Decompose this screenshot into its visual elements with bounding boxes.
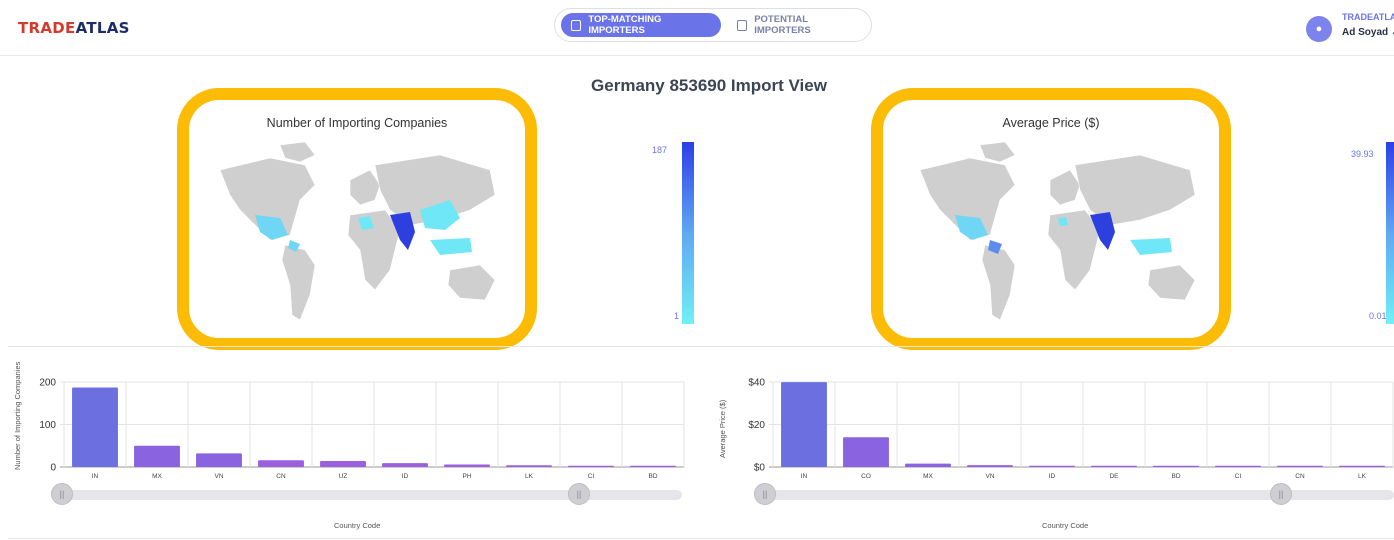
scale-max-label: 187 (652, 145, 668, 155)
range-slider-start-handle[interactable]: || (754, 483, 776, 505)
x-tick-label: VN (214, 473, 223, 480)
x-tick-label: PH (462, 473, 471, 480)
bar-chart-average-price: $0 $20 $40 IN CO MX VN ID DE BD CI CN LK (748, 378, 1394, 480)
chart-icon (571, 19, 582, 31)
bar-chart-importing-companies: 0 100 200 IN MX VN CN UZ ID PH LK CI BD (39, 378, 685, 480)
bar-mx (905, 463, 951, 467)
scale-min-label: 0.01 (1369, 311, 1387, 321)
scale-max-label: 39.93 (1351, 149, 1374, 159)
bar-ci (568, 465, 614, 467)
range-slider-track[interactable] (765, 490, 1394, 500)
y-tick-label: $40 (748, 378, 765, 389)
logo-part2: ATLAS (75, 19, 130, 37)
bar-bd (1153, 465, 1199, 467)
x-tick-label: CI (1235, 473, 1242, 480)
x-tick-label: UZ (339, 473, 348, 480)
x-tick-label: BD (1171, 473, 1180, 480)
pulse-icon (737, 19, 748, 31)
bar-cn (1277, 465, 1323, 467)
section-divider (8, 346, 1394, 347)
x-tick-label: MX (152, 473, 162, 480)
y-tick-label: $20 (748, 420, 765, 431)
range-slider-start-handle[interactable]: || (51, 483, 73, 505)
tab-top-matching-importers[interactable]: TOP-MATCHING IMPORTERS (561, 13, 721, 37)
top-bar: TRADEATLAS TOP-MATCHING IMPORTERS POTENT… (0, 0, 1394, 56)
map-title-importing-companies: Number of Importing Companies (266, 116, 448, 130)
bar-vn (196, 453, 242, 467)
x-axis-title: Country Code (1042, 521, 1089, 530)
x-tick-label: BD (648, 473, 657, 480)
bar-id (382, 463, 428, 467)
user-company: TRADEATLAS (1342, 12, 1394, 22)
x-tick-label: CI (588, 473, 595, 480)
color-scale-average-price (1386, 142, 1394, 324)
map-title-average-price: Average Price ($) (1002, 116, 1100, 130)
y-tick-label: 0 (50, 463, 56, 474)
bar-lk (1339, 465, 1385, 467)
x-tick-label: CN (276, 473, 286, 480)
bar-mx (134, 445, 180, 467)
y-tick-label: 200 (39, 378, 56, 389)
x-tick-label: MX (923, 473, 933, 480)
x-tick-label: DE (1109, 473, 1119, 480)
scale-min-label: 1 (674, 311, 680, 321)
bar-in (781, 382, 827, 467)
bar-co (843, 437, 889, 467)
x-tick-label: IN (92, 473, 99, 480)
bar-de (1091, 465, 1137, 467)
range-slider-end-handle[interactable]: || (1270, 483, 1292, 505)
x-tick-label: ID (1049, 473, 1056, 480)
x-tick-label: ID (402, 473, 409, 480)
bar-ph (444, 464, 490, 467)
logo-part1: TRADE (18, 19, 76, 37)
bottom-divider (8, 538, 1394, 539)
world-map-importing-companies[interactable] (210, 140, 510, 330)
range-slider-end-handle[interactable]: || (568, 483, 590, 505)
y-tick-label: 100 (39, 420, 56, 431)
x-tick-label: CO (861, 473, 871, 480)
x-tick-label: LK (525, 473, 534, 480)
x-tick-label: IN (801, 473, 808, 480)
x-tick-label: CN (1295, 473, 1305, 480)
bar-vn (967, 465, 1013, 467)
x-tick-label: LK (1358, 473, 1367, 480)
x-tick-label: VN (985, 473, 994, 480)
bar-uz (320, 461, 366, 467)
y-tick-label: $0 (754, 463, 766, 474)
tab-potential-importers[interactable]: POTENTIAL IMPORTERS (727, 13, 867, 37)
bar-cn (258, 460, 304, 467)
bar-id (1029, 465, 1075, 467)
bar-ci (1215, 465, 1261, 467)
bar-in (72, 387, 118, 467)
tab-label: POTENTIAL IMPORTERS (754, 14, 811, 36)
world-map-average-price[interactable] (910, 140, 1210, 330)
user-name: Ad Soyad ⌄ (1342, 27, 1394, 38)
bar-lk (506, 465, 552, 467)
user-avatar-icon: ● (1306, 16, 1332, 42)
logo[interactable]: TRADEATLAS (18, 19, 130, 37)
color-scale-importing-companies (682, 142, 694, 324)
x-axis-title: Country Code (334, 521, 381, 530)
bar-bd (630, 465, 676, 467)
tab-label: TOP-MATCHING IMPORTERS (588, 14, 662, 36)
view-tabs: TOP-MATCHING IMPORTERS POTENTIAL IMPORTE… (554, 8, 872, 42)
